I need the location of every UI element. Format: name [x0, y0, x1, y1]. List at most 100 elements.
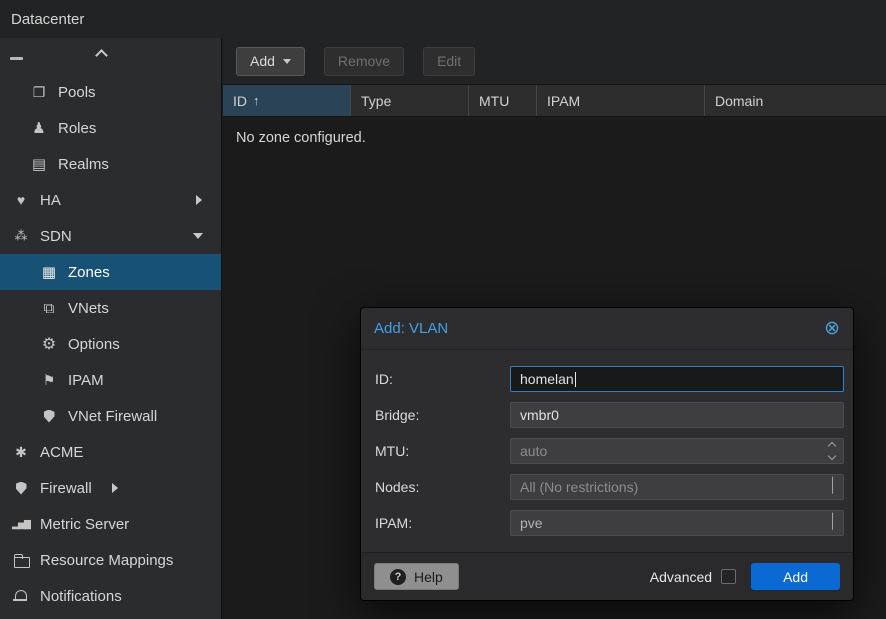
sidebar-item-label: Options — [68, 336, 120, 353]
sidebar-item-label: Notifications — [40, 588, 122, 605]
column-header-mtu[interactable]: MTU — [469, 85, 537, 116]
mtu-placeholder: auto — [520, 443, 547, 459]
sidebar-item-label: Pools — [58, 84, 96, 101]
sidebar-item-label: Realms — [58, 156, 109, 173]
sidebar-item-ha[interactable]: HA — [0, 182, 221, 218]
sidebar-item-label: IPAM — [68, 372, 104, 389]
zones-toolbar: Add Remove Edit — [223, 38, 886, 84]
edit-button-label: Edit — [437, 53, 461, 69]
chevron-up-icon[interactable] — [95, 49, 108, 62]
form-row-nodes: Nodes: All (No restrictions) — [375, 474, 844, 500]
add-button-label: Add — [250, 53, 275, 69]
bridge-input-value: vmbr0 — [520, 407, 559, 423]
column-label: IPAM — [547, 93, 580, 109]
text-cursor — [575, 372, 576, 387]
advanced-checkbox[interactable] — [721, 569, 736, 584]
chevron-down-icon[interactable] — [193, 233, 203, 239]
column-label: ID — [233, 93, 247, 109]
column-header-ipam[interactable]: IPAM — [537, 85, 705, 116]
help-button[interactable]: ? Help — [374, 563, 459, 590]
sort-ascending-icon: ↑ — [253, 93, 260, 108]
sidebar-item-sdn[interactable]: SDN — [0, 218, 221, 254]
ipam-field-label: IPAM: — [375, 515, 510, 531]
form-row-ipam: IPAM: pve — [375, 510, 844, 536]
mtu-field-label: MTU: — [375, 443, 510, 459]
sidebar-item-ipam[interactable]: IPAM — [0, 362, 221, 398]
top-bar: Datacenter — [0, 0, 886, 38]
spin-down-icon[interactable] — [828, 452, 836, 460]
empty-table-message: No zone configured. — [223, 117, 886, 159]
sidebar-item-label: Firewall — [40, 480, 92, 497]
close-icon[interactable]: ⊗ — [824, 319, 840, 338]
nodes-field-label: Nodes: — [375, 479, 510, 495]
network-icon — [11, 228, 31, 244]
form-row-bridge: Bridge: vmbr0 — [375, 402, 844, 428]
sidebar-item-firewall[interactable]: Firewall — [0, 470, 221, 506]
user-icon — [29, 120, 49, 136]
chevron-right-icon[interactable] — [112, 483, 118, 493]
dialog-header[interactable]: Add: VLAN ⊗ — [361, 308, 853, 350]
dialog-footer: ? Help Advanced Add — [361, 552, 853, 600]
page-title: Datacenter — [11, 11, 84, 28]
sidebar-item-realms[interactable]: Realms — [0, 146, 221, 182]
form-row-id: ID: homelan — [375, 366, 844, 392]
partial-icon — [10, 57, 23, 60]
sidebar-item-notifications[interactable]: Notifications — [0, 578, 221, 614]
edit-button[interactable]: Edit — [423, 47, 475, 76]
form-row-mtu: MTU: auto — [375, 438, 844, 464]
sidebar-item-label: Metric Server — [40, 516, 129, 533]
chevron-right-icon[interactable] — [196, 195, 202, 205]
shield-icon — [11, 480, 31, 496]
mtu-spinner[interactable]: auto — [510, 438, 844, 464]
map-signs-icon — [39, 372, 59, 388]
remove-button-label: Remove — [338, 53, 390, 69]
sidebar-item-partial[interactable] — [0, 38, 221, 74]
sidebar-tree: Pools Roles Realms HA SDN Zones VNets — [0, 38, 222, 619]
id-input[interactable]: homelan — [510, 366, 844, 392]
bridge-input[interactable]: vmbr0 — [510, 402, 844, 428]
chevron-down-icon — [283, 59, 291, 64]
add-button[interactable]: Add — [236, 47, 305, 76]
sidebar-item-label: VNet Firewall — [68, 408, 157, 425]
column-header-id[interactable]: ID ↑ — [223, 85, 351, 116]
remove-button[interactable]: Remove — [324, 47, 404, 76]
sidebar-item-label: Resource Mappings — [40, 552, 173, 569]
dialog-body: ID: homelan Bridge: vmbr0 MTU: auto — [361, 350, 853, 552]
question-icon: ? — [390, 569, 406, 585]
sitemap-icon — [39, 300, 59, 316]
sidebar-item-label: HA — [40, 192, 61, 209]
spinner-arrows-icon[interactable] — [829, 443, 835, 459]
ipam-combobox[interactable]: pve — [510, 510, 844, 536]
column-header-type[interactable]: Type — [351, 85, 469, 116]
dialog-add-button-label: Add — [783, 569, 808, 585]
sidebar-item-vnets[interactable]: VNets — [0, 290, 221, 326]
sidebar-item-resource-mappings[interactable]: Resource Mappings — [0, 542, 221, 578]
column-label: Type — [361, 93, 391, 109]
spin-up-icon[interactable] — [828, 442, 836, 450]
sidebar-item-acme[interactable]: ACME — [0, 434, 221, 470]
sidebar-item-label: VNets — [68, 300, 109, 317]
certificate-icon — [11, 444, 31, 460]
help-button-label: Help — [414, 569, 443, 585]
sidebar-item-zones[interactable]: Zones — [0, 254, 221, 290]
tags-icon — [29, 84, 49, 100]
column-header-domain[interactable]: Domain — [705, 85, 886, 116]
sidebar-item-label: ACME — [40, 444, 83, 461]
nodes-combobox[interactable]: All (No restrictions) — [510, 474, 844, 500]
sidebar-item-roles[interactable]: Roles — [0, 110, 221, 146]
dialog-add-button[interactable]: Add — [751, 563, 840, 590]
sidebar-item-label: Roles — [58, 120, 96, 137]
sidebar-item-vnet-firewall[interactable]: VNet Firewall — [0, 398, 221, 434]
gear-icon — [39, 336, 59, 352]
id-field-label: ID: — [375, 371, 510, 387]
chevron-down-icon[interactable] — [832, 513, 833, 529]
proxmox-datacenter-screen: Datacenter Pools Roles Realms HA SDN — [0, 0, 886, 619]
id-input-value: homelan — [520, 371, 574, 387]
sidebar-item-options[interactable]: Options — [0, 326, 221, 362]
sidebar-item-pools[interactable]: Pools — [0, 74, 221, 110]
sidebar-item-metric-server[interactable]: Metric Server — [0, 506, 221, 542]
chevron-down-icon[interactable] — [832, 477, 833, 493]
dialog-title: Add: VLAN — [374, 320, 448, 337]
bell-icon — [11, 588, 31, 604]
address-book-icon — [29, 156, 49, 172]
